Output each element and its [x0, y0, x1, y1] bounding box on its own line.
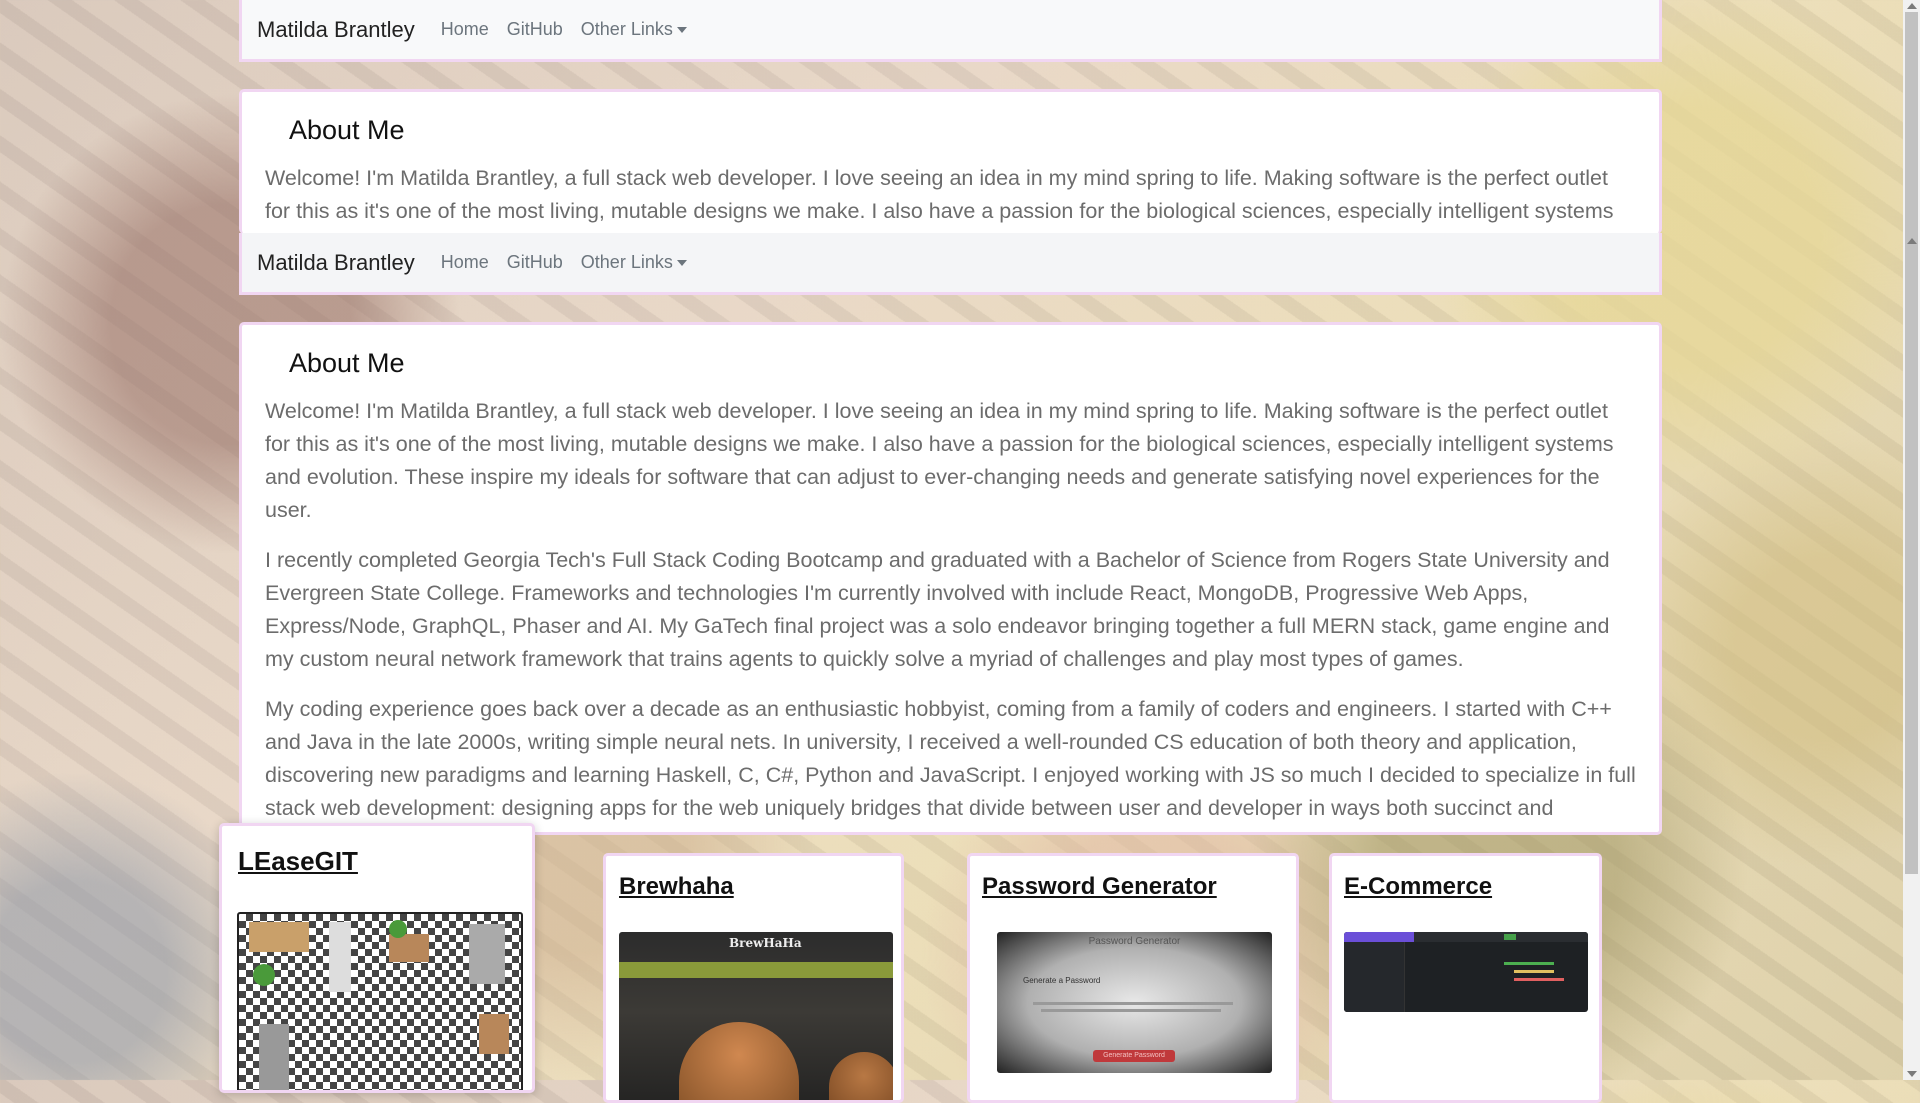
thumb-subtitle: Generate a Password	[1023, 976, 1101, 985]
scroll-up-icon[interactable]	[1907, 3, 1917, 9]
project-card-leasegit[interactable]: LEaseGIT	[219, 823, 535, 1093]
project-thumb-leasegit[interactable]	[237, 912, 523, 1090]
project-title-brewhaha[interactable]: Brewhaha	[619, 873, 734, 901]
chevron-down-icon	[676, 26, 687, 33]
project-card-brewhaha[interactable]: Brewhaha BrewHaHa	[603, 853, 904, 1103]
nav-link-home[interactable]: Home	[441, 252, 489, 273]
thumb-generate-button: Generate Password	[1093, 1050, 1175, 1062]
scroll-down-icon[interactable]	[1907, 1071, 1917, 1077]
project-thumb-brewhaha[interactable]: BrewHaHa	[619, 932, 893, 1100]
scroll-thumb[interactable]	[1905, 12, 1918, 874]
scroll-up-icon-duplicate	[1907, 238, 1917, 244]
nav-link-other-label: Other Links	[580, 252, 673, 272]
project-title-ecommerce[interactable]: E-Commerce	[1344, 873, 1492, 901]
project-thumb-ecommerce[interactable]	[1344, 932, 1588, 1012]
nav-link-github[interactable]: GitHub	[507, 252, 563, 273]
about-paragraph-1: Welcome! I'm Matilda Brantley, a full st…	[265, 399, 1614, 522]
brand-name[interactable]: Matilda Brantley	[257, 250, 415, 276]
chevron-down-icon	[676, 259, 687, 266]
nav-link-other[interactable]: Other Links	[581, 19, 687, 40]
about-card-ghost: About Me Welcome! I'm Matilda Brantley, …	[239, 89, 1662, 234]
thumb-title: Password Generator	[1088, 936, 1181, 947]
project-thumb-password-generator[interactable]: Password Generator Generate a Password G…	[997, 932, 1272, 1073]
project-title-leasegit[interactable]: LEaseGIT	[238, 846, 358, 877]
nav-link-home[interactable]: Home	[441, 19, 489, 40]
brand-name[interactable]: Matilda Brantley	[257, 17, 415, 43]
nav-link-github[interactable]: GitHub	[507, 19, 563, 40]
scrollbar[interactable]	[1903, 0, 1920, 1080]
nav-link-other-label: Other Links	[580, 19, 673, 39]
brewhaha-logo-text: BrewHaHa	[729, 936, 802, 950]
navbar: Matilda Brantley Home GitHub Other Links	[239, 233, 1662, 295]
about-heading: About Me	[289, 348, 405, 378]
project-card-password-generator[interactable]: Password Generator Password Generator Ge…	[967, 853, 1299, 1103]
about-paragraph-2: I recently completed Georgia Tech's Full…	[265, 548, 1610, 671]
project-card-ecommerce[interactable]: E-Commerce	[1329, 853, 1602, 1103]
project-title-password-generator[interactable]: Password Generator	[982, 873, 1217, 901]
about-paragraph-ghost: Welcome! I'm Matilda Brantley, a full st…	[265, 166, 1614, 234]
navbar-ghost: Matilda Brantley Home GitHub Other Links	[239, 0, 1662, 62]
about-card: About Me Welcome! I'm Matilda Brantley, …	[239, 322, 1662, 853]
about-heading-ghost: About Me	[289, 115, 405, 145]
nav-link-other[interactable]: Other Links	[581, 252, 687, 273]
